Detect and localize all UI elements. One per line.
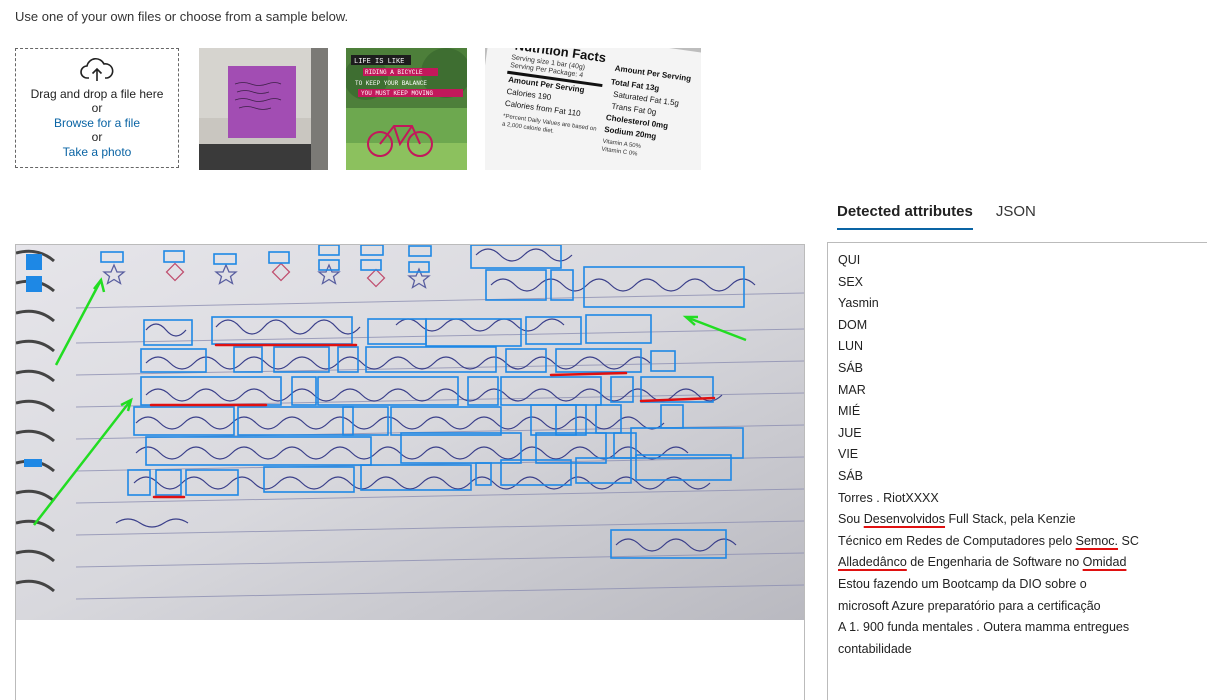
sample-image-bicycle-poster[interactable]: LIFE IS LIKE RIDING A BICYCLE TO KEEP YO… — [346, 48, 467, 170]
underlined-word: Semoc. — [1075, 533, 1119, 548]
attribute-line: VIE — [838, 447, 859, 462]
attribute-line: QUI — [838, 253, 861, 267]
attribute-line: microsoft Azure preparatório para a cert… — [838, 598, 1101, 613]
text-segment: Sou — [838, 512, 864, 527]
text-segment: Full Stack, pela Kenzie — [945, 512, 1076, 527]
text-segment: Técnico em Redes de Computadores pelo — [838, 533, 1076, 548]
attribute-line: Estou fazendo um Bootcamp da DIO sobre o — [838, 576, 1087, 591]
attribute-line: LUN — [838, 339, 864, 354]
attribute-line: MAR — [838, 382, 866, 397]
attribute-line: SÁB — [838, 360, 864, 375]
sample-image-handwritten-note[interactable] — [199, 48, 328, 170]
attribute-line: DOM — [838, 317, 868, 332]
attribute-line: Torres . RiotXXXX — [838, 490, 939, 505]
attribute-line: Alladedânco de Engenharia de Software no… — [838, 552, 1207, 574]
attribute-line: contabilidade — [838, 641, 912, 656]
text-segment: SC — [1118, 533, 1139, 548]
cloud-upload-icon — [80, 57, 114, 81]
or-text-2: or — [91, 130, 103, 145]
or-text: or — [91, 101, 103, 116]
analyzed-notebook-photo — [16, 245, 804, 620]
underlined-word: Alladedânco — [838, 555, 907, 570]
tab-detected-attributes[interactable]: Detected attributes — [837, 203, 973, 230]
result-tabs: Detected attributes JSON — [837, 203, 1059, 230]
intro-text: Use one of your own files or choose from… — [15, 9, 349, 24]
poster-line-3: TO KEEP YOUR BALANCE — [355, 80, 427, 87]
attribute-line: JUE — [838, 425, 862, 440]
attribute-line: Yasmin — [838, 296, 879, 311]
attribute-line: A 1. 900 funda mentales . Outera mamma e… — [838, 620, 1130, 635]
drag-drop-text: Drag and drop a file here — [30, 86, 164, 101]
attribute-line: SEX — [838, 274, 864, 289]
attribute-line: Técnico em Redes de Computadores pelo Se… — [838, 531, 1207, 553]
tab-json[interactable]: JSON — [996, 203, 1036, 230]
attribute-line: Sou Desenvolvidos Full Stack, pela Kenzi… — [838, 509, 1207, 531]
underlined-word: Desenvolvidos — [863, 512, 946, 527]
poster-line-2: RIDING A BICYCLE — [365, 69, 423, 76]
file-drop-zone[interactable]: Drag and drop a file here or Browse for … — [15, 48, 179, 168]
underlined-word: Omidad — [1082, 555, 1127, 570]
poster-line-4: YOU MUST KEEP MOVING — [361, 90, 433, 97]
sample-image-nutrition-facts[interactable]: Nutrition Facts Amount Per Serving Servi… — [485, 48, 701, 170]
text-segment: de Engenharia de Software no — [906, 555, 1083, 570]
attribute-line: MIÉ — [838, 404, 861, 419]
poster-line-1: LIFE IS LIKE — [354, 58, 404, 66]
take-photo-link[interactable]: Take a photo — [63, 145, 132, 160]
attribute-line: SÁB — [838, 468, 864, 483]
browse-file-link[interactable]: Browse for a file — [54, 116, 140, 131]
detected-attributes-panel: QUI SEX Yasmin DOM LUN SÁB MAR MIÉ JUE V… — [827, 242, 1207, 700]
result-image-frame — [15, 244, 805, 700]
